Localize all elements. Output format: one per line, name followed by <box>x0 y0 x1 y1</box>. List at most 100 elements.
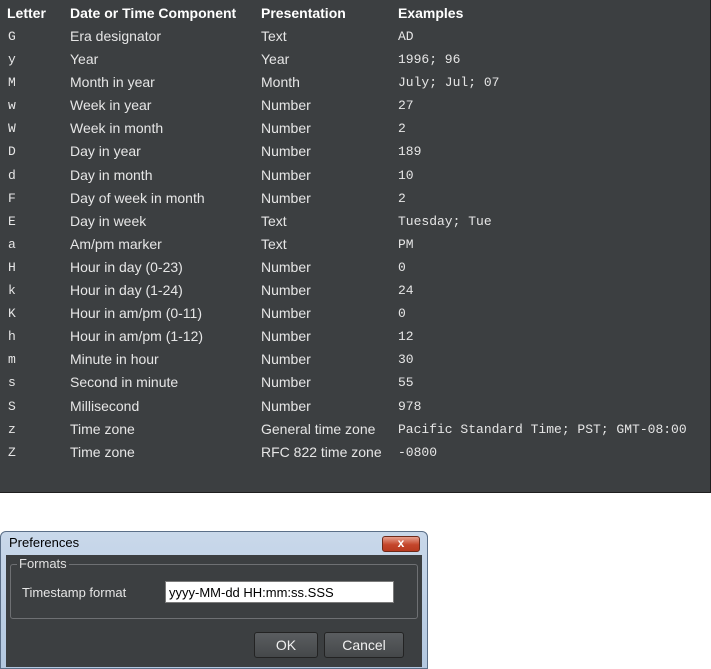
letter-cell: S <box>8 398 16 414</box>
table-row: M Month in year Month July; Jul; 07 <box>0 72 711 95</box>
example-cell: 55 <box>398 375 414 391</box>
presentation-cell: Text <box>261 235 287 252</box>
presentation-cell: Text <box>261 28 287 44</box>
letter-cell: m <box>8 352 16 368</box>
table-row: k Hour in day (1-24) Number 24 <box>0 280 711 303</box>
component-cell: Hour in am/pm (0-11) <box>70 305 203 322</box>
table-row: a Am/pm marker Text PM <box>0 234 711 257</box>
letter-cell: H <box>8 259 16 275</box>
letter-cell: W <box>8 121 16 137</box>
letter-cell: M <box>8 75 16 91</box>
example-cell: 30 <box>398 352 414 368</box>
component-cell: Week in month <box>70 120 164 137</box>
table-row: h Hour in am/pm (1-12) Number 12 <box>0 326 711 349</box>
table-row: d Day in month Number 10 <box>0 165 711 188</box>
example-cell: AD <box>398 29 414 44</box>
component-cell: Day in month <box>70 166 153 183</box>
letter-cell: h <box>8 329 16 345</box>
presentation-cell: RFC 822 time zone <box>261 443 382 460</box>
dialog-titlebar[interactable]: Preferences x <box>1 532 427 554</box>
header-letter: Letter <box>7 5 46 21</box>
example-cell: 978 <box>398 398 422 414</box>
letter-cell: z <box>8 421 16 437</box>
cancel-button[interactable]: Cancel <box>324 632 404 658</box>
example-cell: 10 <box>398 167 414 183</box>
presentation-cell: Number <box>261 258 311 275</box>
component-cell: Time zone <box>70 420 135 437</box>
letter-cell: a <box>8 236 16 252</box>
presentation-cell: Month <box>261 74 300 91</box>
example-cell: 12 <box>398 329 414 345</box>
letter-cell: Z <box>8 444 16 460</box>
letter-cell: G <box>8 29 16 44</box>
table-row: y Year Year 1996; 96 <box>0 49 711 72</box>
example-cell: 2 <box>398 121 406 137</box>
formats-group: Formats Timestamp format <box>10 556 418 619</box>
table-row: S Millisecond Number 978 <box>0 396 711 419</box>
component-cell: Hour in day (1-24) <box>70 282 183 299</box>
component-cell: Day in year <box>70 143 141 160</box>
letter-cell: k <box>8 283 16 299</box>
header-presentation: Presentation <box>261 5 346 21</box>
presentation-cell: Year <box>261 51 290 68</box>
component-cell: Hour in am/pm (1-12) <box>70 328 204 345</box>
ok-button[interactable]: OK <box>254 632 318 658</box>
letter-cell: y <box>8 52 16 68</box>
presentation-cell: Number <box>261 120 311 137</box>
presentation-cell: Number <box>261 397 311 414</box>
table-row: G Era designator Text AD <box>0 26 711 49</box>
letter-cell: F <box>8 190 16 206</box>
example-cell: July; Jul; 07 <box>398 75 500 91</box>
table-row: K Hour in am/pm (0-11) Number 0 <box>0 303 711 326</box>
dialog-title: Preferences <box>9 535 80 550</box>
presentation-cell: Number <box>261 189 311 206</box>
table-row: Z Time zone RFC 822 time zone -0800 <box>0 442 711 465</box>
dialog-content: Formats Timestamp format OK Cancel <box>6 555 422 667</box>
component-cell: Millisecond <box>70 397 140 414</box>
timestamp-format-input[interactable] <box>165 581 394 603</box>
table-row: W Week in month Number 2 <box>0 118 711 141</box>
formats-group-label: Formats <box>17 556 69 571</box>
example-cell: 1996; 96 <box>398 52 461 68</box>
component-cell: Day of week in month <box>70 189 205 206</box>
presentation-cell: Number <box>261 328 311 345</box>
letter-cell: K <box>8 306 16 322</box>
letter-cell: d <box>8 167 16 183</box>
example-cell: Pacific Standard Time; PST; GMT-08:00 <box>398 421 687 437</box>
table-row: z Time zone General time zone Pacific Stand… <box>0 419 711 442</box>
example-cell: -0800 <box>398 444 438 460</box>
timestamp-format-label: Timestamp format <box>22 585 127 600</box>
example-cell: 2 <box>398 190 406 206</box>
component-cell: Am/pm marker <box>70 235 162 252</box>
table-row: E Day in week Text Tuesday; Tue <box>0 211 711 234</box>
component-cell: Year <box>70 51 99 68</box>
component-cell: Time zone <box>70 443 135 460</box>
close-button[interactable]: x <box>382 536 420 552</box>
header-component: Date or Time Component <box>70 5 237 21</box>
presentation-cell: Number <box>261 282 311 299</box>
table-row: s Second in minute Number 55 <box>0 372 711 395</box>
example-cell: 24 <box>398 283 414 299</box>
letter-cell: D <box>8 144 16 160</box>
format-reference-table: Letter Date or Time Component Presentati… <box>0 0 711 493</box>
component-cell: Second in minute <box>70 374 179 391</box>
preferences-dialog: Preferences x Formats Timestamp format O… <box>0 531 428 669</box>
example-cell: Tuesday; Tue <box>398 213 492 229</box>
table-row: m Minute in hour Number 30 <box>0 349 711 372</box>
component-cell: Month in year <box>70 74 155 91</box>
table-header: Letter Date or Time Component Presentati… <box>0 0 711 24</box>
component-cell: Week in year <box>70 97 152 114</box>
presentation-cell: Number <box>261 97 311 114</box>
example-cell: 27 <box>398 98 414 114</box>
close-icon: x <box>397 536 405 550</box>
presentation-cell: Number <box>261 374 311 391</box>
table-row: F Day of week in month Number 2 <box>0 188 711 211</box>
table-body: G Era designator Text AD y Year Year 1996; 96 M M… <box>0 26 711 465</box>
letter-cell: w <box>8 98 16 114</box>
table-row: H Hour in day (0-23) Number 0 <box>0 257 711 280</box>
presentation-cell: Text <box>261 212 287 229</box>
example-cell: 0 <box>398 259 406 275</box>
letter-cell: E <box>8 213 16 229</box>
component-cell: Minute in hour <box>70 351 159 368</box>
letter-cell: s <box>8 375 16 391</box>
